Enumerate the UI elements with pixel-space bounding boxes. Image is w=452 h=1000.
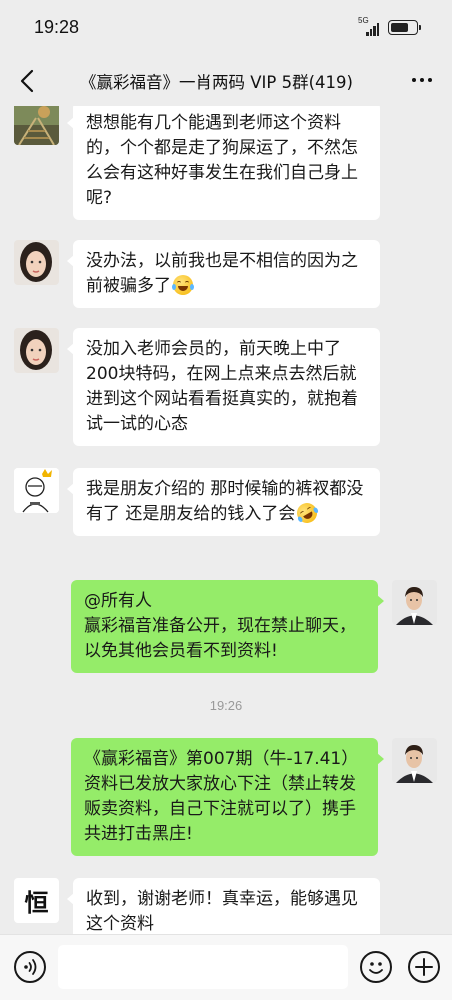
status-icons: 5G [358,16,421,36]
emoji-button[interactable] [360,951,392,983]
avatar[interactable] [14,240,59,285]
message-text: 收到，谢谢老师！真幸运，能够遇见这个资料 [86,889,358,934]
voice-button[interactable] [14,951,46,983]
message-bubble[interactable]: @所有人 赢彩福音准备公开，现在禁止聊天，以免其他会员看不到资料! [71,580,384,673]
status-bar: 19:28 5G [0,0,452,56]
mention-line: @所有人 [84,591,152,611]
avatar[interactable] [14,468,59,513]
message-bubble[interactable]: 没办法，以前我也是不相信的因为之前被骗多了 [67,240,380,308]
message-text: 没加入老师会员的，前天晚上中了200块特码，在网上点来点去然后就进到这个网站看看… [86,339,358,434]
message-text: 想想能有几个能遇到老师这个资料的，个个都是走了狗屎运了，不然怎么会有这种好事发生… [86,113,358,208]
message-bubble[interactable]: 收到，谢谢老师！真幸运，能够遇见这个资料 [67,878,380,934]
avatar[interactable] [392,580,437,625]
message-bubble[interactable]: 我是朋友介绍的 那时候输的裤衩都没有了 还是朋友给的钱入了会 [67,468,380,536]
message-text: 《赢彩福音》第007期（牛-17.41）资料已发放大家放心下注（禁止转发贩卖资料… [84,749,359,844]
message-bubble[interactable]: 没加入老师会员的，前天晚上中了200块特码，在网上点来点去然后就进到这个网站看看… [67,328,380,446]
message-input[interactable] [58,945,348,989]
message-bubble[interactable]: 想想能有几个能遇到老师这个资料的，个个都是走了狗屎运了，不然怎么会有这种好事发生… [67,106,380,220]
railway-photo-icon [14,106,59,145]
rolling-laughing-emoji-icon [293,499,322,527]
chat-title: 《赢彩福音》一肖两码 VIP 5群(419) [80,73,353,92]
signal-icon: 5G [358,16,380,36]
girl-photo-icon [14,328,59,373]
message-text: 没办法，以前我也是不相信的因为之前被骗多了 [86,251,358,296]
chevron-left-icon [20,69,34,93]
battery-icon [388,19,421,35]
avatar[interactable] [392,738,437,783]
plus-icon [415,958,433,976]
input-bar [0,934,452,1000]
chat-messages[interactable]: 想想能有几个能遇到老师这个资料的，个个都是走了狗屎运了，不然怎么会有这种好事发生… [0,106,452,934]
girl-photo-icon [14,240,59,285]
avatar[interactable] [14,106,59,145]
message-text: 我是朋友介绍的 那时候输的裤衩都没有了 还是朋友给的钱入了会 [86,479,364,524]
emoji-icon [369,962,383,974]
avatar[interactable]: 恒 [14,878,59,923]
man-suit-icon [392,738,437,783]
more-functions-button[interactable] [408,951,440,983]
cartoon-sketch-icon [14,468,59,513]
calligraphy-avatar-char: 恒 [24,888,49,917]
back-button[interactable] [14,66,44,96]
more-dots-icon [412,78,416,82]
more-options-button[interactable] [412,78,432,82]
chat-header: 《赢彩福音》一肖两码 VIP 5群(419) [0,56,452,106]
message-bubble[interactable]: 《赢彩福音》第007期（牛-17.41）资料已发放大家放心下注（禁止转发贩卖资料… [71,738,384,856]
avatar[interactable] [14,328,59,373]
laughing-tears-emoji-icon [172,275,194,295]
man-suit-icon [392,580,437,625]
voice-icon [24,959,37,975]
message-timestamp: 19:26 [209,698,243,713]
message-text: 赢彩福音准备公开，现在禁止聊天，以免其他会员看不到资料! [84,616,356,661]
status-time: 19:28 [34,17,80,37]
